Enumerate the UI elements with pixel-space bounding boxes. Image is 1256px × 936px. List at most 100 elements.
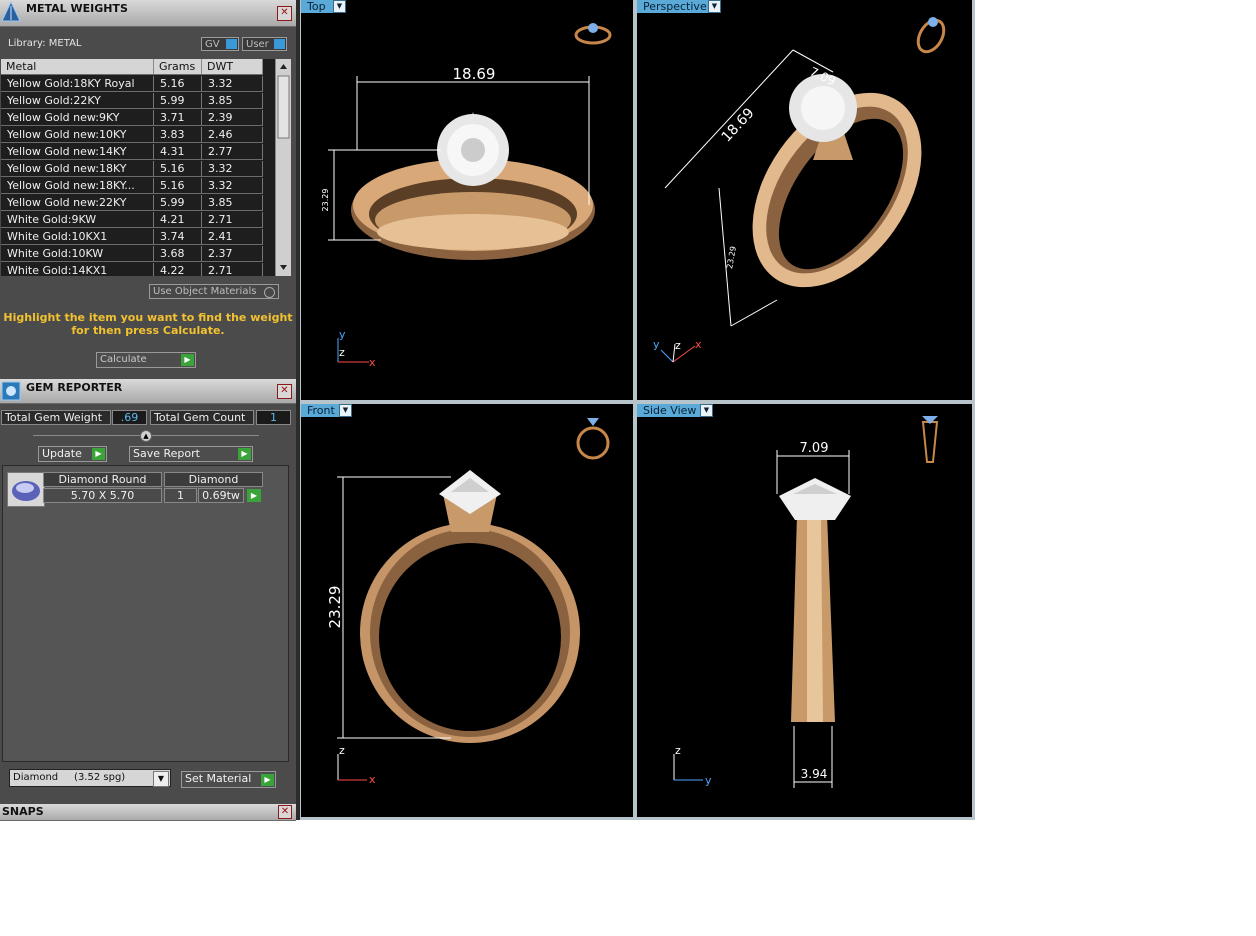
cell-grams: 5.16 (154, 178, 202, 194)
cell-dwt: 2.37 (202, 246, 263, 262)
cell-dwt: 2.71 (202, 212, 263, 228)
set-material-button[interactable]: Set Material ▶ (181, 771, 276, 788)
cell-metal: Yellow Gold new:9KY (1, 110, 154, 126)
viewport-top[interactable]: Top ▼ 18.69 23.29 y z x (301, 0, 633, 400)
dimension-bottom: 3.94 (801, 767, 828, 781)
table-scrollbar[interactable] (275, 59, 291, 276)
user-toggle[interactable]: User (242, 37, 287, 51)
dimension-height: 23.29 (321, 189, 330, 212)
cell-metal: White Gold:14KX1 (1, 263, 154, 276)
chevron-down-icon[interactable]: ▼ (153, 771, 169, 787)
metal-weights-titlebar: METAL WEIGHTS ✕ (0, 0, 296, 27)
orientation-icon (916, 17, 946, 54)
toggle-icon (274, 39, 285, 49)
viewport-perspective[interactable]: Perspective ▼ 18.69 7.09 23.29 y z x (637, 0, 972, 400)
cell-metal: White Gold:9KW (1, 212, 154, 228)
cell-metal: White Gold:10KW (1, 246, 154, 262)
gem-reporter-logo-icon (1, 381, 21, 401)
collapse-icon[interactable]: ▲ (140, 430, 152, 442)
cell-metal: White Gold:10KX1 (1, 229, 154, 245)
total-gem-weight-label: Total Gem Weight (1, 410, 111, 425)
orientation-icon (921, 416, 939, 463)
table-row[interactable]: White Gold:10KW 3.68 2.37 (1, 246, 263, 263)
table-row[interactable]: White Gold:9KW 4.21 2.71 (1, 212, 263, 229)
cell-grams: 3.83 (154, 127, 202, 143)
cell-grams: 5.16 (154, 76, 202, 92)
table-row[interactable]: Yellow Gold:18KY Royal 5.16 3.32 (1, 76, 263, 93)
snaps-title: SNAPS (2, 805, 44, 818)
column-header-dwt[interactable]: DWT (202, 59, 263, 75)
cell-dwt: 3.32 (202, 178, 263, 194)
scroll-up-icon[interactable] (280, 64, 287, 69)
close-icon[interactable]: ✕ (277, 6, 292, 21)
cell-grams: 3.71 (154, 110, 202, 126)
scroll-down-icon[interactable] (280, 265, 287, 270)
ring-top-view (351, 112, 595, 260)
axis-y-label: y (339, 328, 346, 341)
ring-front-view (360, 470, 580, 743)
play-icon[interactable]: ▶ (247, 489, 261, 502)
axis-gizmo: z y (673, 744, 712, 787)
table-row[interactable]: Yellow Gold new:14KY 4.31 2.77 (1, 144, 263, 161)
calculate-label: Calculate (100, 354, 147, 365)
cell-grams: 5.99 (154, 195, 202, 211)
use-object-materials-label: Use Object Materials (153, 286, 257, 297)
ring-side-view (779, 478, 851, 722)
cell-dwt: 3.85 (202, 93, 263, 109)
table-row[interactable]: Yellow Gold new:22KY 5.99 3.85 (1, 195, 263, 212)
cell-grams: 5.99 (154, 93, 202, 109)
checkbox-icon (264, 287, 275, 298)
cell-dwt: 2.71 (202, 263, 263, 276)
play-icon: ▶ (238, 448, 251, 460)
play-icon: ▶ (92, 448, 105, 460)
dimension-diagonal: 18.69 (719, 105, 758, 145)
orientation-icon (576, 418, 610, 460)
column-header-grams[interactable]: Grams (154, 59, 202, 75)
axis-gizmo: y z x (653, 338, 702, 363)
close-icon[interactable]: ✕ (278, 805, 292, 819)
cell-dwt: 3.32 (202, 161, 263, 177)
axis-z-label: z (675, 744, 681, 757)
cell-dwt: 2.39 (202, 110, 263, 126)
gem-count: 1 (164, 488, 197, 503)
cell-dwt: 2.77 (202, 144, 263, 160)
diamond-icon (12, 481, 40, 501)
use-object-materials-checkbox[interactable]: Use Object Materials (149, 284, 279, 299)
scroll-thumb[interactable] (277, 75, 290, 139)
update-button[interactable]: Update ▶ (38, 446, 107, 462)
axis-y-label: y (653, 338, 660, 351)
axis-gizmo: y z x (337, 328, 376, 369)
user-label: User (246, 39, 269, 50)
table-row[interactable]: Yellow Gold:22KY 5.99 3.85 (1, 93, 263, 110)
calculate-button[interactable]: Calculate ▶ (96, 352, 196, 368)
table-row[interactable]: Yellow Gold new:10KY 3.83 2.46 (1, 127, 263, 144)
cell-grams: 3.74 (154, 229, 202, 245)
play-icon: ▶ (181, 354, 194, 366)
front-view-render: 23.29 z x (326, 418, 610, 786)
metal-weights-logo-icon (1, 1, 21, 22)
axis-x-label: x (369, 773, 376, 786)
table-row[interactable]: Yellow Gold new:18KY... 5.16 3.32 (1, 178, 263, 195)
snaps-titlebar[interactable]: SNAPS ✕ (0, 804, 296, 821)
gem-thumbnail[interactable] (7, 472, 45, 507)
cell-grams: 4.21 (154, 212, 202, 228)
cell-metal: Yellow Gold new:22KY (1, 195, 154, 211)
viewport-side[interactable]: Side View ▼ 7.09 3.94 z y (637, 404, 972, 817)
gem-size: 5.70 X 5.70 (43, 488, 162, 503)
table-row[interactable]: Yellow Gold new:9KY 3.71 2.39 (1, 110, 263, 127)
table-row[interactable]: Yellow Gold new:18KY 5.16 3.32 (1, 161, 263, 178)
gv-toggle[interactable]: GV (201, 37, 239, 51)
cell-metal: Yellow Gold new:18KY (1, 161, 154, 177)
gem-type: Diamond (164, 472, 263, 487)
cell-metal: Yellow Gold:22KY (1, 93, 154, 109)
viewport-front[interactable]: Front ▼ 23.29 z x (301, 404, 633, 817)
column-header-metal[interactable]: Metal (1, 59, 154, 75)
dimension-height: 23.29 (326, 586, 344, 629)
perspective-view-render: 18.69 7.09 23.29 y z x (653, 17, 946, 363)
table-row[interactable]: White Gold:14KX1 4.22 2.71 (1, 263, 263, 276)
save-report-button[interactable]: Save Report ▶ (129, 446, 253, 462)
close-icon[interactable]: ✕ (277, 384, 292, 399)
axis-x-label: x (695, 338, 702, 351)
material-select[interactable]: Diamond (3.52 spg) ▼ (9, 769, 171, 787)
table-row[interactable]: White Gold:10KX1 3.74 2.41 (1, 229, 263, 246)
